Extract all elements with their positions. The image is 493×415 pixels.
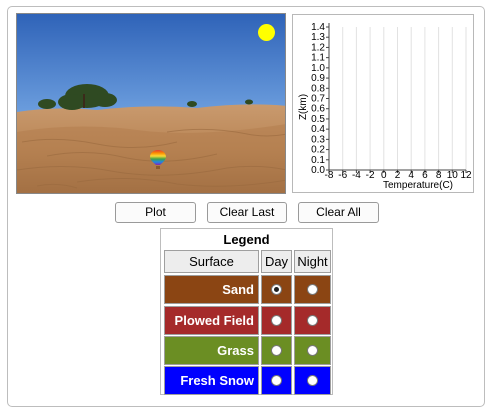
legend-row-grass-night-cell — [294, 336, 331, 365]
y-tick-label: 1.1 — [311, 53, 325, 64]
y-tick-label: 0.8 — [311, 83, 325, 94]
y-tick-label: 0.4 — [311, 124, 325, 135]
hot-air-balloon-icon[interactable] — [150, 150, 166, 170]
legend-row-plowed-field-day-cell — [261, 306, 292, 335]
x-tick-label: 12 — [460, 170, 472, 181]
legend-row-grass-day-cell — [261, 336, 292, 365]
legend-row-fresh-snow-day-cell — [261, 366, 292, 395]
plowed-field-day-radio[interactable] — [271, 315, 282, 326]
sand-night-radio[interactable] — [307, 284, 318, 295]
y-tick-label: 0.5 — [311, 114, 325, 125]
y-tick-label: 0.2 — [311, 145, 325, 156]
legend-header-day: Day — [261, 250, 292, 273]
legend-row-fresh-snow: Fresh Snow — [164, 366, 259, 395]
x-tick-label: -4 — [352, 170, 361, 181]
legend-row-grass: Grass — [164, 336, 259, 365]
legend-row-sand-day-cell — [261, 275, 292, 304]
fresh-snow-night-radio[interactable] — [307, 375, 318, 386]
graph-canvas: 0.00.10.20.30.40.50.60.70.80.91.01.11.21… — [298, 22, 472, 191]
legend-table: Legend Surface Day Night Sand Plowed Fie… — [160, 228, 333, 395]
legend-row-plowed-field: Plowed Field — [164, 306, 259, 335]
clear-last-button[interactable]: Clear Last — [207, 202, 287, 223]
clear-all-button[interactable]: Clear All — [298, 202, 379, 223]
y-tick-label: 1.2 — [311, 42, 325, 53]
grass-night-radio[interactable] — [307, 345, 318, 356]
legend-row-fresh-snow-night-cell — [294, 366, 331, 395]
y-tick-label: 0.1 — [311, 155, 325, 166]
legend-row-sand-night-cell — [294, 275, 331, 304]
y-tick-label: 0.9 — [311, 73, 325, 84]
temperature-altitude-graph: 0.0 0.1 0.2 0.3 0.4 0.5 0.6 0.7 0.8 0.9 1.0 1.1 1.2 1… — [292, 14, 474, 193]
legend-header-night: Night — [294, 250, 331, 273]
legend-row-plowed-field-night-cell — [294, 306, 331, 335]
grass-day-radio[interactable] — [271, 345, 282, 356]
plowed-field-night-radio[interactable] — [307, 315, 318, 326]
x-tick-label: -6 — [338, 170, 347, 181]
y-tick-label: 0.3 — [311, 134, 325, 145]
legend-title: Legend — [223, 232, 270, 247]
graph-grid — [328, 27, 467, 170]
plot-button[interactable]: Plot — [115, 202, 196, 223]
y-tick-label: 1.3 — [311, 32, 325, 43]
y-tick-label: 0.0 — [311, 165, 325, 176]
y-tick-label: 0.7 — [311, 94, 325, 105]
y-tick-label: 1.0 — [311, 63, 325, 74]
y-tick-label: 0.6 — [311, 104, 325, 115]
y-axis-label: Z(km) — [298, 94, 309, 120]
x-axis-label: Temperature(C) — [383, 180, 453, 191]
x-tick-label: -2 — [366, 170, 375, 181]
legend-row-sand: Sand — [164, 275, 259, 304]
legend-header-surface: Surface — [164, 250, 259, 273]
sand-day-radio[interactable] — [271, 284, 282, 295]
y-axis-ticks: 0.00.10.20.30.40.50.60.70.80.91.01.11.21… — [311, 22, 329, 176]
y-tick-label: 1.4 — [311, 22, 325, 33]
x-tick-label: -8 — [325, 170, 334, 181]
fresh-snow-day-radio[interactable] — [271, 375, 282, 386]
sun-icon — [258, 24, 275, 41]
